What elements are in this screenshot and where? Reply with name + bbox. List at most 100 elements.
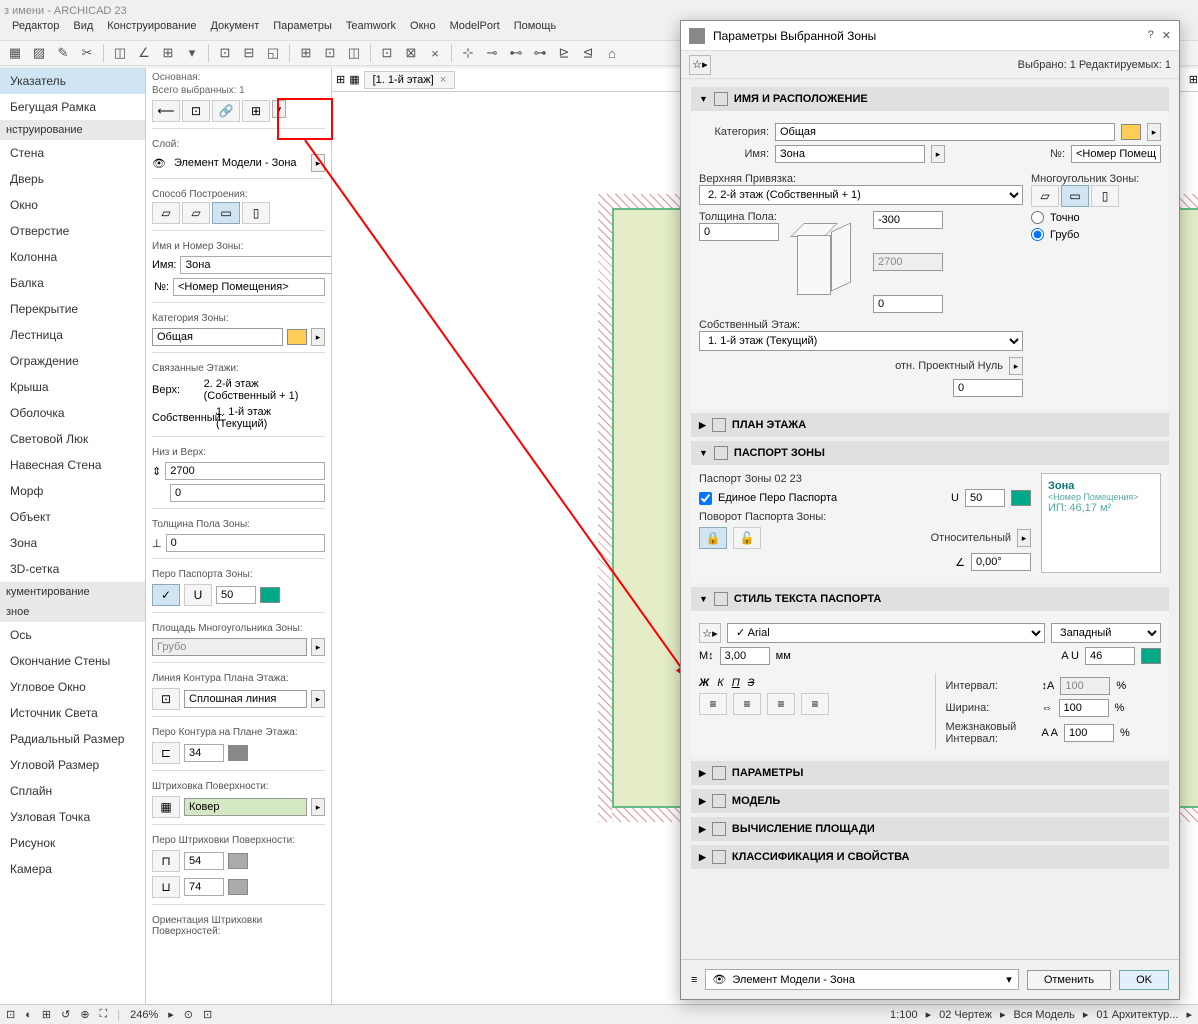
pen-icon[interactable]: ⊔ — [152, 876, 180, 898]
status-icon[interactable]: ⊞ — [42, 1008, 51, 1021]
menu-item[interactable]: Редактор — [12, 20, 59, 40]
projzero-input[interactable] — [953, 379, 1023, 397]
layer-select[interactable]: 👁 Элемент Модели - Зона ▾ — [705, 969, 1018, 990]
toolbox-item[interactable]: Узловая Точка — [0, 804, 145, 830]
view-tab[interactable]: [1. 1-й этаж] × — [364, 71, 456, 89]
tool-icon[interactable]: ⊴ — [577, 42, 599, 64]
unlock-icon[interactable]: 🔓 — [733, 527, 761, 549]
toolbox-item[interactable]: Навесная Стена — [0, 452, 145, 478]
ok-button[interactable]: OK — [1119, 970, 1169, 990]
fill-pen2-input[interactable] — [184, 878, 224, 896]
top-offset-input[interactable] — [873, 211, 943, 229]
outline-value[interactable]: Сплошная линия — [184, 690, 307, 708]
close-icon[interactable]: × — [440, 74, 446, 86]
tool-icon[interactable]: ⊞ — [157, 42, 179, 64]
dropdown-icon[interactable]: ▸ — [311, 154, 325, 172]
chain-icon[interactable]: 🔗 — [212, 100, 240, 122]
tool-icon[interactable]: ▨ — [28, 42, 50, 64]
align-center-icon[interactable]: ≡ — [733, 693, 761, 715]
toolbox-item[interactable]: Лестница — [0, 322, 145, 348]
linked-own-value[interactable]: 1. 1-й этаж (Текущий) — [216, 406, 325, 430]
menu-item[interactable]: Документ — [210, 20, 259, 40]
toolbox-item[interactable]: Дверь — [0, 166, 145, 192]
menu-item[interactable]: Teamwork — [346, 20, 396, 40]
zone-name-input[interactable] — [775, 145, 925, 163]
dropdown-icon[interactable]: ▸ — [311, 328, 325, 346]
tool-icon[interactable]: ⊞ — [295, 42, 317, 64]
dropdown-icon[interactable]: ▸ — [1147, 123, 1161, 141]
status-icon[interactable]: ⊙ — [184, 1008, 193, 1021]
angle-input[interactable] — [971, 553, 1031, 571]
section-floorplan[interactable]: ▶ПЛАН ЭТАЖА — [691, 413, 1169, 437]
tool-icon[interactable]: ▾ — [181, 42, 203, 64]
zoom-dropdown-icon[interactable]: ▸ — [168, 1008, 174, 1021]
tool-icon[interactable]: ⊟ — [238, 42, 260, 64]
toolbox-item[interactable]: Ось — [0, 622, 145, 648]
linked-top-value[interactable]: 2. 2-й этаж (Собственный + 1) — [204, 378, 325, 402]
pen-color[interactable] — [1011, 490, 1031, 506]
toolbox-item[interactable]: Морф — [0, 478, 145, 504]
tool-icon[interactable]: ⊷ — [505, 42, 527, 64]
scale-value[interactable]: 1:100 — [890, 1009, 918, 1021]
pen-color[interactable] — [260, 587, 280, 603]
layer-combo-value[interactable]: 01 Архитектур... — [1096, 1009, 1178, 1021]
width-input[interactable] — [1059, 699, 1109, 717]
tool-icon[interactable]: ⊡ — [214, 42, 236, 64]
toolbox-item[interactable]: Колонна — [0, 244, 145, 270]
toolbox-item[interactable]: Ограждение — [0, 348, 145, 374]
poly-method-icon[interactable]: ▯ — [1091, 185, 1119, 207]
tool-icon[interactable]: ⊹ — [457, 42, 479, 64]
toolbox-item[interactable]: Световой Люк — [0, 426, 145, 452]
pen-icon[interactable]: U — [184, 584, 212, 606]
tool-icon[interactable]: ∠ — [133, 42, 155, 64]
kerning-input[interactable] — [1064, 724, 1114, 742]
status-icon[interactable]: ⛶ — [100, 1008, 108, 1021]
view-value[interactable]: 02 Чертеж — [939, 1009, 992, 1021]
geometry-icon[interactable]: ⟵ — [152, 100, 180, 122]
dropdown-icon[interactable]: ▸ — [311, 690, 325, 708]
toolbox-item[interactable]: Зона — [0, 530, 145, 556]
italic-button[interactable]: К — [717, 677, 723, 689]
fill-icon[interactable]: ▦ — [152, 796, 180, 818]
tab-icon[interactable]: ⊞ — [336, 73, 345, 86]
navigator-icon[interactable]: ⊞ — [1189, 73, 1198, 86]
single-pen-checkbox[interactable] — [699, 492, 712, 505]
toolbox-item[interactable]: Сплайн — [0, 778, 145, 804]
status-icon[interactable]: ◐ — [25, 1009, 32, 1021]
tool-icon[interactable]: ◫ — [109, 42, 131, 64]
pen-icon[interactable]: ⊓ — [152, 850, 180, 872]
toolbox-item[interactable]: Угловой Размер — [0, 752, 145, 778]
script-select[interactable]: Западный — [1051, 623, 1161, 643]
fill-value[interactable]: Ковер — [184, 798, 307, 816]
toolbox-section[interactable]: зное — [0, 602, 145, 622]
section-model[interactable]: ▶МОДЕЛЬ — [691, 789, 1169, 813]
zone-name-input[interactable] — [180, 256, 332, 274]
poly-exact-radio[interactable] — [1031, 211, 1044, 224]
toolbox-item[interactable]: Радиальный Размер — [0, 726, 145, 752]
toolbox-item[interactable]: Окно — [0, 192, 145, 218]
pen-color[interactable] — [228, 745, 248, 761]
align-right-icon[interactable]: ≡ — [767, 693, 795, 715]
close-icon[interactable]: ✕ — [1162, 29, 1171, 42]
outline-pen-input[interactable] — [184, 744, 224, 762]
menu-item[interactable]: Помощь — [514, 20, 557, 40]
toolbox-item[interactable]: Источник Света — [0, 700, 145, 726]
strike-button[interactable]: З — [748, 677, 755, 689]
zone-number-input[interactable] — [173, 278, 325, 296]
stamp-pen-input[interactable] — [965, 489, 1005, 507]
poly-method-icon[interactable]: ▭ — [1061, 185, 1089, 207]
settings-dialog-button[interactable]: ⊞ — [242, 100, 270, 122]
poly-method-icon[interactable]: ▱ — [1031, 185, 1059, 207]
height-top-input[interactable] — [165, 462, 325, 480]
cancel-button[interactable]: Отменить — [1027, 970, 1111, 990]
dropdown-icon[interactable]: ▸ — [1017, 529, 1031, 547]
menu-item[interactable]: Вид — [73, 20, 93, 40]
toplink-select[interactable]: 2. 2-й этаж (Собственный + 1) — [699, 185, 1023, 205]
section-stamp[interactable]: ▼ПАСПОРТ ЗОНЫ — [691, 441, 1169, 465]
line-icon[interactable]: ⊡ — [152, 688, 180, 710]
homestory-select[interactable]: 1. 1-й этаж (Текущий) — [699, 331, 1023, 351]
dropdown-icon[interactable]: ▸ — [311, 638, 325, 656]
toolbox-item[interactable]: Балка — [0, 270, 145, 296]
method-icon[interactable]: ▱ — [152, 202, 180, 224]
menu-item[interactable]: Параметры — [273, 20, 332, 40]
